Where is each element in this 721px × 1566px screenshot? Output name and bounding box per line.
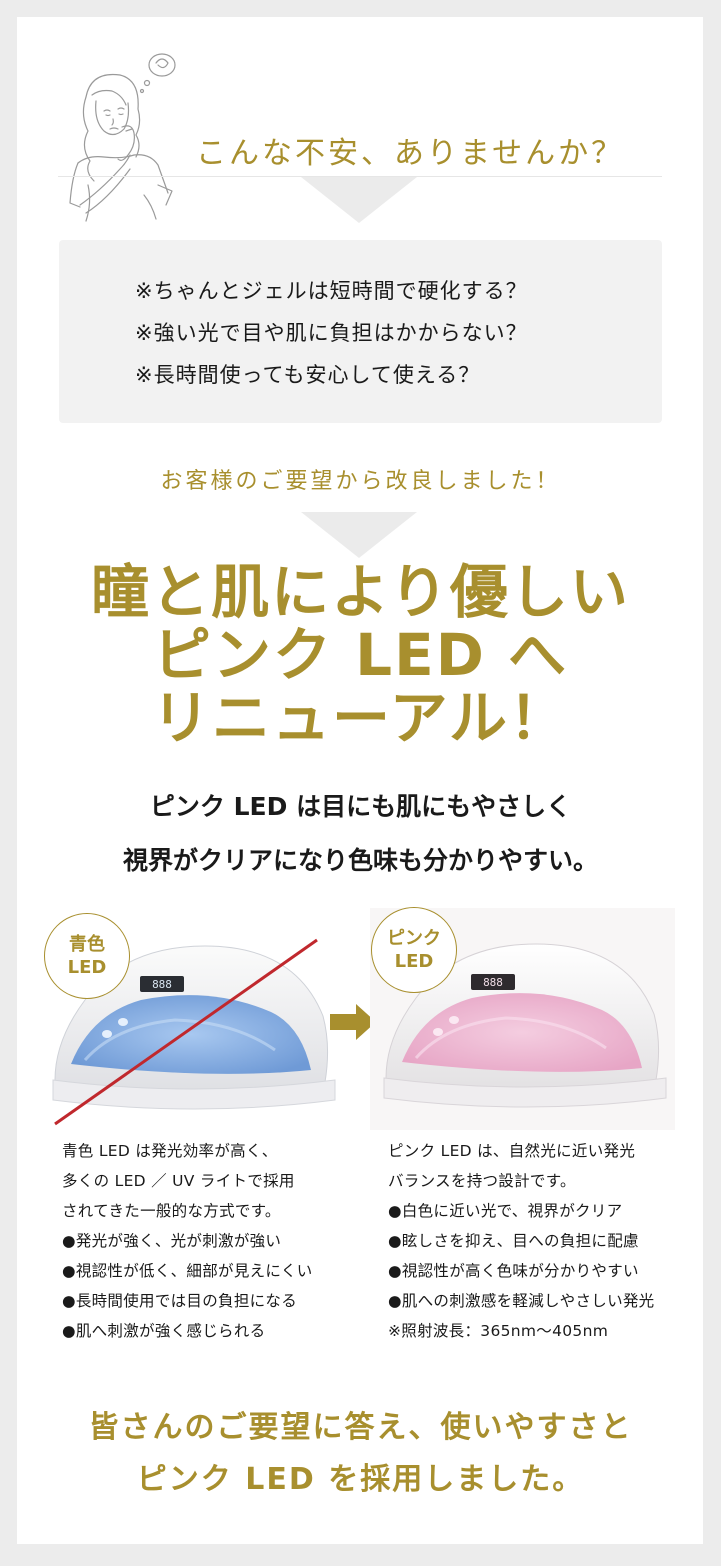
description-line: 青色 LED は発光効率が高く、 — [62, 1142, 278, 1160]
badge-label: ピンク — [387, 928, 441, 949]
headline-line: ピンク LED へ — [152, 621, 569, 689]
main-headline: 瞳と肌により優しい ピンク LED へ リニューアル！ — [0, 561, 721, 750]
description-line: ※照射波長：365nm〜405nm — [388, 1322, 609, 1340]
description-line: ●視認性が高く色味が分かりやすい — [388, 1262, 639, 1280]
description-line: されてきた一般的な方式です。 — [62, 1202, 281, 1220]
description-line: ●肌へ刺激が強く感じられる — [62, 1322, 266, 1340]
closing-line: ピンク LED を採用しました。 — [136, 1462, 585, 1497]
down-arrow-icon — [301, 177, 417, 223]
badge-label: LED — [67, 957, 107, 978]
subheading-line: ピンク LED は目にも肌にもやさしく — [149, 792, 572, 821]
timer-display: 888 — [152, 978, 172, 991]
blue-led-badge: 青色 LED — [44, 913, 130, 999]
badge-label: LED — [394, 951, 434, 972]
description-line: ●発光が強く、光が刺激が強い — [62, 1232, 282, 1250]
pink-led-badge: ピンク LED — [371, 907, 457, 993]
headline-line: 瞳と肌により優しい — [91, 558, 630, 626]
headline-line: リニューアル！ — [151, 684, 570, 752]
header-title: こんな不安、ありませんか？ — [196, 136, 625, 171]
subheading: ピンク LED は目にも肌にもやさしく 視界がクリアになり色味も分かりやすい。 — [0, 780, 721, 888]
description-line: ●白色に近い光で、視界がクリア — [388, 1202, 623, 1220]
description-line: ●長時間使用では目の負担になる — [62, 1292, 298, 1310]
concern-item: ※長時間使っても安心して使える？ — [135, 363, 481, 387]
description-line: ●肌への刺激感を軽減しやさしい発光 — [388, 1292, 655, 1310]
subheading-line: 視界がクリアになり色味も分かりやすい。 — [122, 846, 598, 875]
description-line: ●眩しさを抑え、目への負担に配慮 — [388, 1232, 639, 1250]
blue-led-description: 青色 LED は発光効率が高く、 多くの LED ／ UV ライトで採用 されて… — [62, 1136, 313, 1346]
description-line: ピンク LED は、自然光に近い発光 — [388, 1142, 636, 1160]
description-line: 多くの LED ／ UV ライトで採用 — [62, 1172, 295, 1190]
timer-display: 888 — [483, 976, 503, 989]
concern-item: ※強い光で目や肌に負担はかからない？ — [135, 321, 528, 345]
badge-label: 青色 — [69, 934, 105, 955]
pink-led-description: ピンク LED は、自然光に近い発光 バランスを持つ設計です。 ●白色に近い光で… — [388, 1136, 654, 1346]
description-line: バランスを持つ設計です。 — [388, 1172, 576, 1190]
closing-line: 皆さんのご要望に答え、使いやすさと — [88, 1410, 633, 1445]
description-line: ●視認性が低く、細部が見えにくい — [62, 1262, 313, 1280]
improvement-note: お客様のご要望から改良しました！ — [160, 469, 561, 494]
worried-woman-illustration — [69, 53, 176, 222]
concerns-box: ※ちゃんとジェルは短時間で硬化する？ ※強い光で目や肌に負担はかからない？ ※長… — [59, 240, 662, 423]
down-arrow-icon — [301, 512, 417, 558]
concern-item: ※ちゃんとジェルは短時間で硬化する？ — [135, 279, 528, 303]
closing-message: 皆さんのご要望に答え、使いやすさと ピンク LED を採用しました。 — [0, 1402, 721, 1506]
